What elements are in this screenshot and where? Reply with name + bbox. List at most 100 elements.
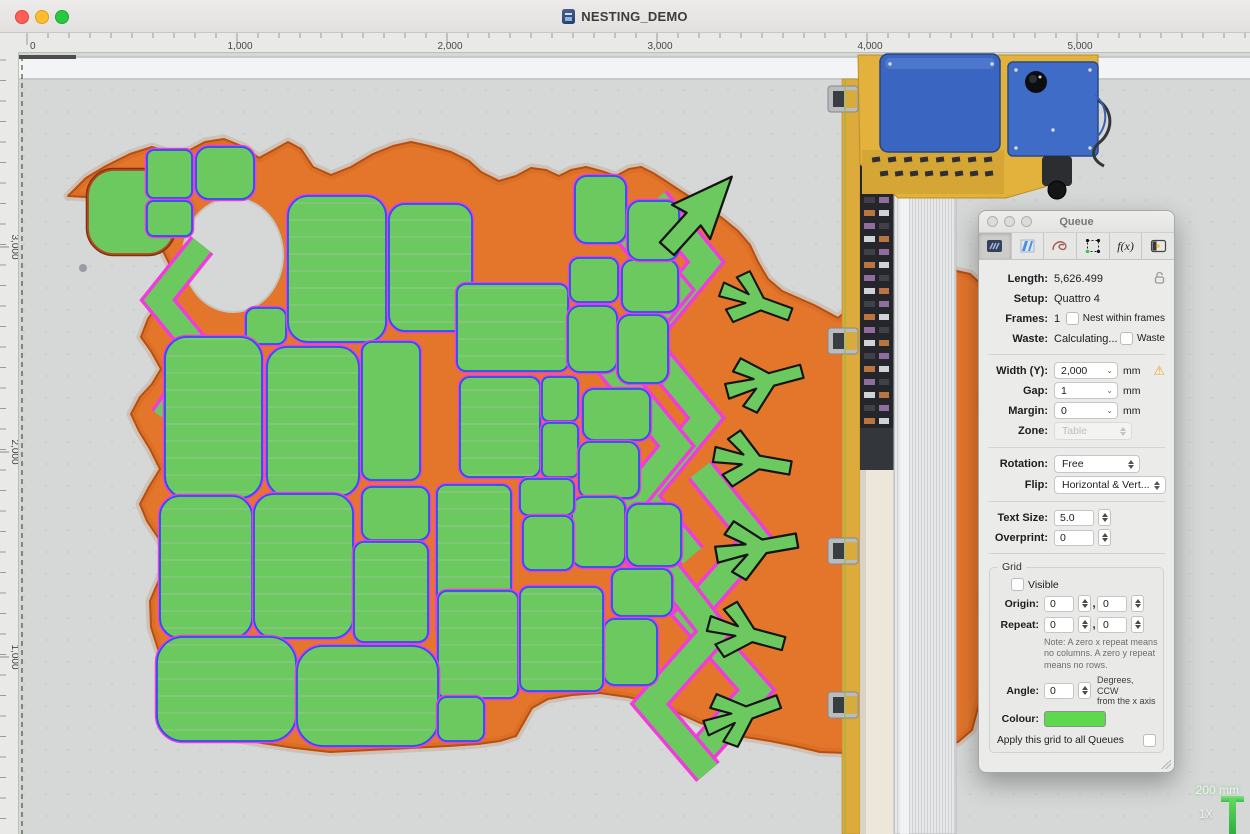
tab-function[interactable]: f(x) — [1110, 233, 1143, 259]
nested-piece[interactable] — [520, 587, 603, 691]
flip-popup[interactable]: Horizontal & Vert... — [1054, 476, 1166, 494]
document-icon — [562, 9, 575, 24]
nested-piece[interactable] — [362, 342, 420, 480]
zone-label: Zone: — [988, 425, 1048, 437]
margin-label: Margin: — [988, 405, 1048, 417]
tab-queue-blue[interactable] — [1012, 233, 1045, 259]
grid-repeat-y-stepper[interactable] — [1131, 616, 1144, 633]
divider — [988, 553, 1165, 554]
grid-repeat-x-input[interactable]: 0 — [1044, 617, 1074, 633]
nested-piece[interactable] — [542, 377, 578, 421]
queue-dark-icon — [986, 239, 1003, 253]
nested-piece[interactable] — [523, 516, 573, 570]
grid-angle-note: Degrees, CCWfrom the x axis — [1097, 675, 1156, 707]
overprint-label: Overprint: — [988, 532, 1048, 544]
rotation-popup[interactable]: Free — [1054, 455, 1140, 473]
nested-piece[interactable] — [362, 487, 429, 540]
nested-piece[interactable] — [568, 306, 617, 372]
svg-text:4,000: 4,000 — [857, 41, 882, 52]
tab-lasso[interactable] — [1044, 233, 1077, 259]
scale-marker — [1229, 799, 1236, 834]
nested-piece[interactable] — [627, 504, 681, 566]
text-size-input[interactable]: 5.0 — [1054, 510, 1094, 526]
grid-origin-x-stepper[interactable] — [1078, 595, 1091, 612]
lasso-icon — [1051, 239, 1069, 253]
width-combo[interactable]: 2,000⌄ — [1054, 362, 1118, 379]
nested-piece[interactable] — [542, 423, 578, 477]
nested-piece[interactable] — [254, 494, 353, 638]
nested-piece[interactable] — [583, 389, 650, 440]
nested-piece[interactable] — [575, 176, 626, 243]
nested-piece[interactable] — [438, 697, 484, 741]
nested-piece[interactable] — [460, 377, 540, 477]
tab-marquee[interactable] — [1077, 233, 1110, 259]
frames-icon — [1150, 239, 1167, 253]
nested-piece[interactable] — [196, 147, 254, 199]
overprint-input[interactable]: 0 — [1054, 530, 1094, 546]
tab-frames[interactable] — [1142, 233, 1174, 259]
nested-piece[interactable] — [579, 442, 639, 498]
nested-piece[interactable] — [618, 315, 668, 383]
nested-piece[interactable] — [160, 496, 252, 638]
grid-group-title: Grid — [998, 561, 1026, 573]
nested-piece[interactable] — [612, 569, 672, 616]
nesting-app-window: { "window": { "title": "NESTING_DEMO" },… — [0, 0, 1250, 834]
grid-visible-checkbox[interactable] — [1011, 578, 1024, 591]
gap-combo[interactable]: 1⌄ — [1054, 382, 1118, 399]
tab-queue-dark[interactable] — [979, 233, 1012, 259]
text-size-stepper[interactable] — [1098, 509, 1111, 526]
nested-piece[interactable] — [354, 542, 428, 642]
text-size-label: Text Size: — [988, 512, 1048, 524]
panel-close-button[interactable] — [987, 216, 998, 227]
grid-repeat-x-stepper[interactable] — [1078, 616, 1091, 633]
margin-combo[interactable]: 0⌄ — [1054, 402, 1118, 419]
grid-angle-row: Angle: 0 Degrees, CCWfrom the x axis — [997, 675, 1156, 707]
svg-text:2,000: 2,000 — [437, 41, 462, 52]
grid-apply-checkbox[interactable] — [1143, 734, 1156, 747]
nested-piece[interactable] — [165, 337, 262, 498]
nested-piece[interactable] — [572, 497, 625, 567]
nested-piece[interactable] — [457, 284, 568, 371]
nested-piece[interactable] — [157, 637, 296, 741]
grid-repeat-y-input[interactable]: 0 — [1097, 617, 1127, 633]
grid-origin-x-input[interactable]: 0 — [1044, 596, 1074, 612]
panel-minimize-button[interactable] — [1004, 216, 1015, 227]
divider — [988, 354, 1165, 355]
flip-label: Flip: — [988, 479, 1048, 491]
svg-text:1,000: 1,000 — [9, 644, 18, 669]
vertical-ruler: 3,0002,0001,000 — [0, 52, 19, 834]
nested-piece[interactable] — [570, 258, 618, 302]
nested-piece[interactable] — [147, 150, 192, 198]
nested-piece[interactable] — [622, 260, 678, 312]
grid-colour-swatch[interactable] — [1044, 711, 1106, 727]
grid-group: Grid Visible Origin: 0 , 0 Repeat: 0 , 0 — [989, 567, 1164, 753]
nested-piece[interactable] — [438, 591, 518, 698]
grid-origin-y-stepper[interactable] — [1131, 595, 1144, 612]
panel-resize-handle[interactable] — [1161, 759, 1171, 769]
divider — [988, 501, 1165, 502]
nested-piece[interactable] — [147, 201, 192, 236]
nested-piece[interactable] — [267, 347, 359, 496]
length-label: Length: — [988, 273, 1048, 285]
waste-checkbox-label: Waste — [1137, 333, 1165, 344]
grid-repeat-row: Repeat: 0 , 0 — [997, 616, 1156, 633]
queue-panel[interactable]: Queue — [978, 210, 1175, 773]
rotation-label: Rotation: — [988, 458, 1048, 470]
queue-panel-header[interactable]: Queue — [979, 211, 1174, 233]
grid-angle-stepper[interactable] — [1078, 682, 1091, 699]
text-size-row: Text Size: 5.0 — [988, 509, 1165, 526]
lock-icon[interactable] — [1154, 271, 1165, 287]
nested-piece[interactable] — [288, 196, 386, 342]
overprint-stepper[interactable] — [1098, 529, 1111, 546]
waste-checkbox[interactable] — [1120, 332, 1133, 345]
nested-piece[interactable] — [604, 619, 657, 685]
grid-angle-input[interactable]: 0 — [1044, 683, 1074, 699]
gap-label: Gap: — [988, 385, 1048, 397]
nested-piece[interactable] — [297, 646, 438, 746]
overprint-row: Overprint: 0 — [988, 529, 1165, 546]
nested-piece[interactable] — [520, 479, 574, 515]
length-value: 5,626.499 — [1054, 273, 1103, 285]
nest-within-frames-checkbox[interactable] — [1066, 312, 1079, 325]
panel-zoom-button[interactable] — [1021, 216, 1032, 227]
grid-origin-y-input[interactable]: 0 — [1097, 596, 1127, 612]
